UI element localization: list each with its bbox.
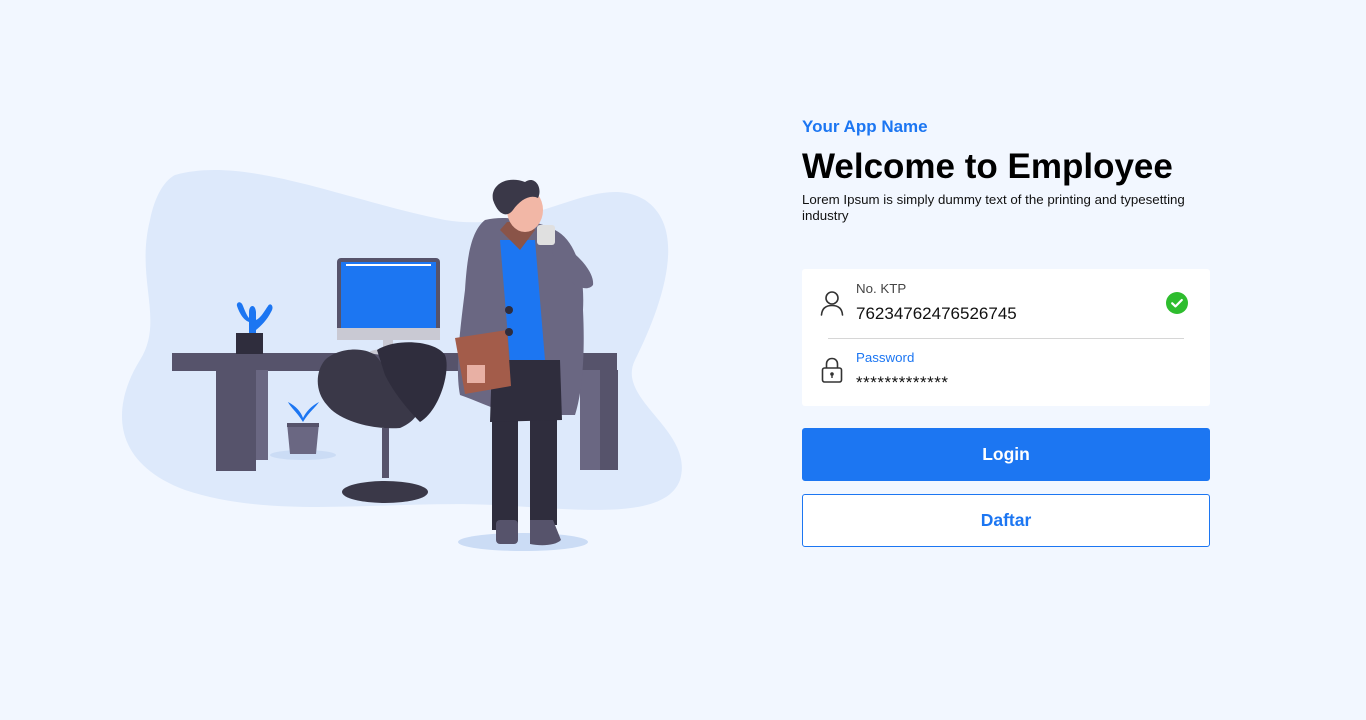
register-button[interactable]: Daftar xyxy=(802,494,1210,547)
login-panel: Your App Name Welcome to Employee Lorem … xyxy=(802,116,1210,547)
page-title: Welcome to Employee xyxy=(802,147,1173,186)
page-subtitle: Lorem Ipsum is simply dummy text of the … xyxy=(802,192,1185,223)
password-input[interactable] xyxy=(856,373,1146,393)
password-label: Password xyxy=(856,350,915,365)
user-icon xyxy=(820,291,844,316)
login-form: No. KTP Password xyxy=(802,269,1210,406)
login-page: Your App Name Welcome to Employee Lorem … xyxy=(0,0,1366,720)
lock-icon xyxy=(821,357,843,383)
password-field[interactable]: Password xyxy=(802,338,1210,406)
app-name: Your App Name xyxy=(802,117,928,136)
ktp-input[interactable] xyxy=(856,304,1146,324)
check-circle-icon xyxy=(1166,292,1188,314)
office-illustration xyxy=(115,160,690,560)
ktp-field[interactable]: No. KTP xyxy=(802,269,1210,337)
ktp-label: No. KTP xyxy=(856,281,907,296)
login-button[interactable]: Login xyxy=(802,428,1210,481)
